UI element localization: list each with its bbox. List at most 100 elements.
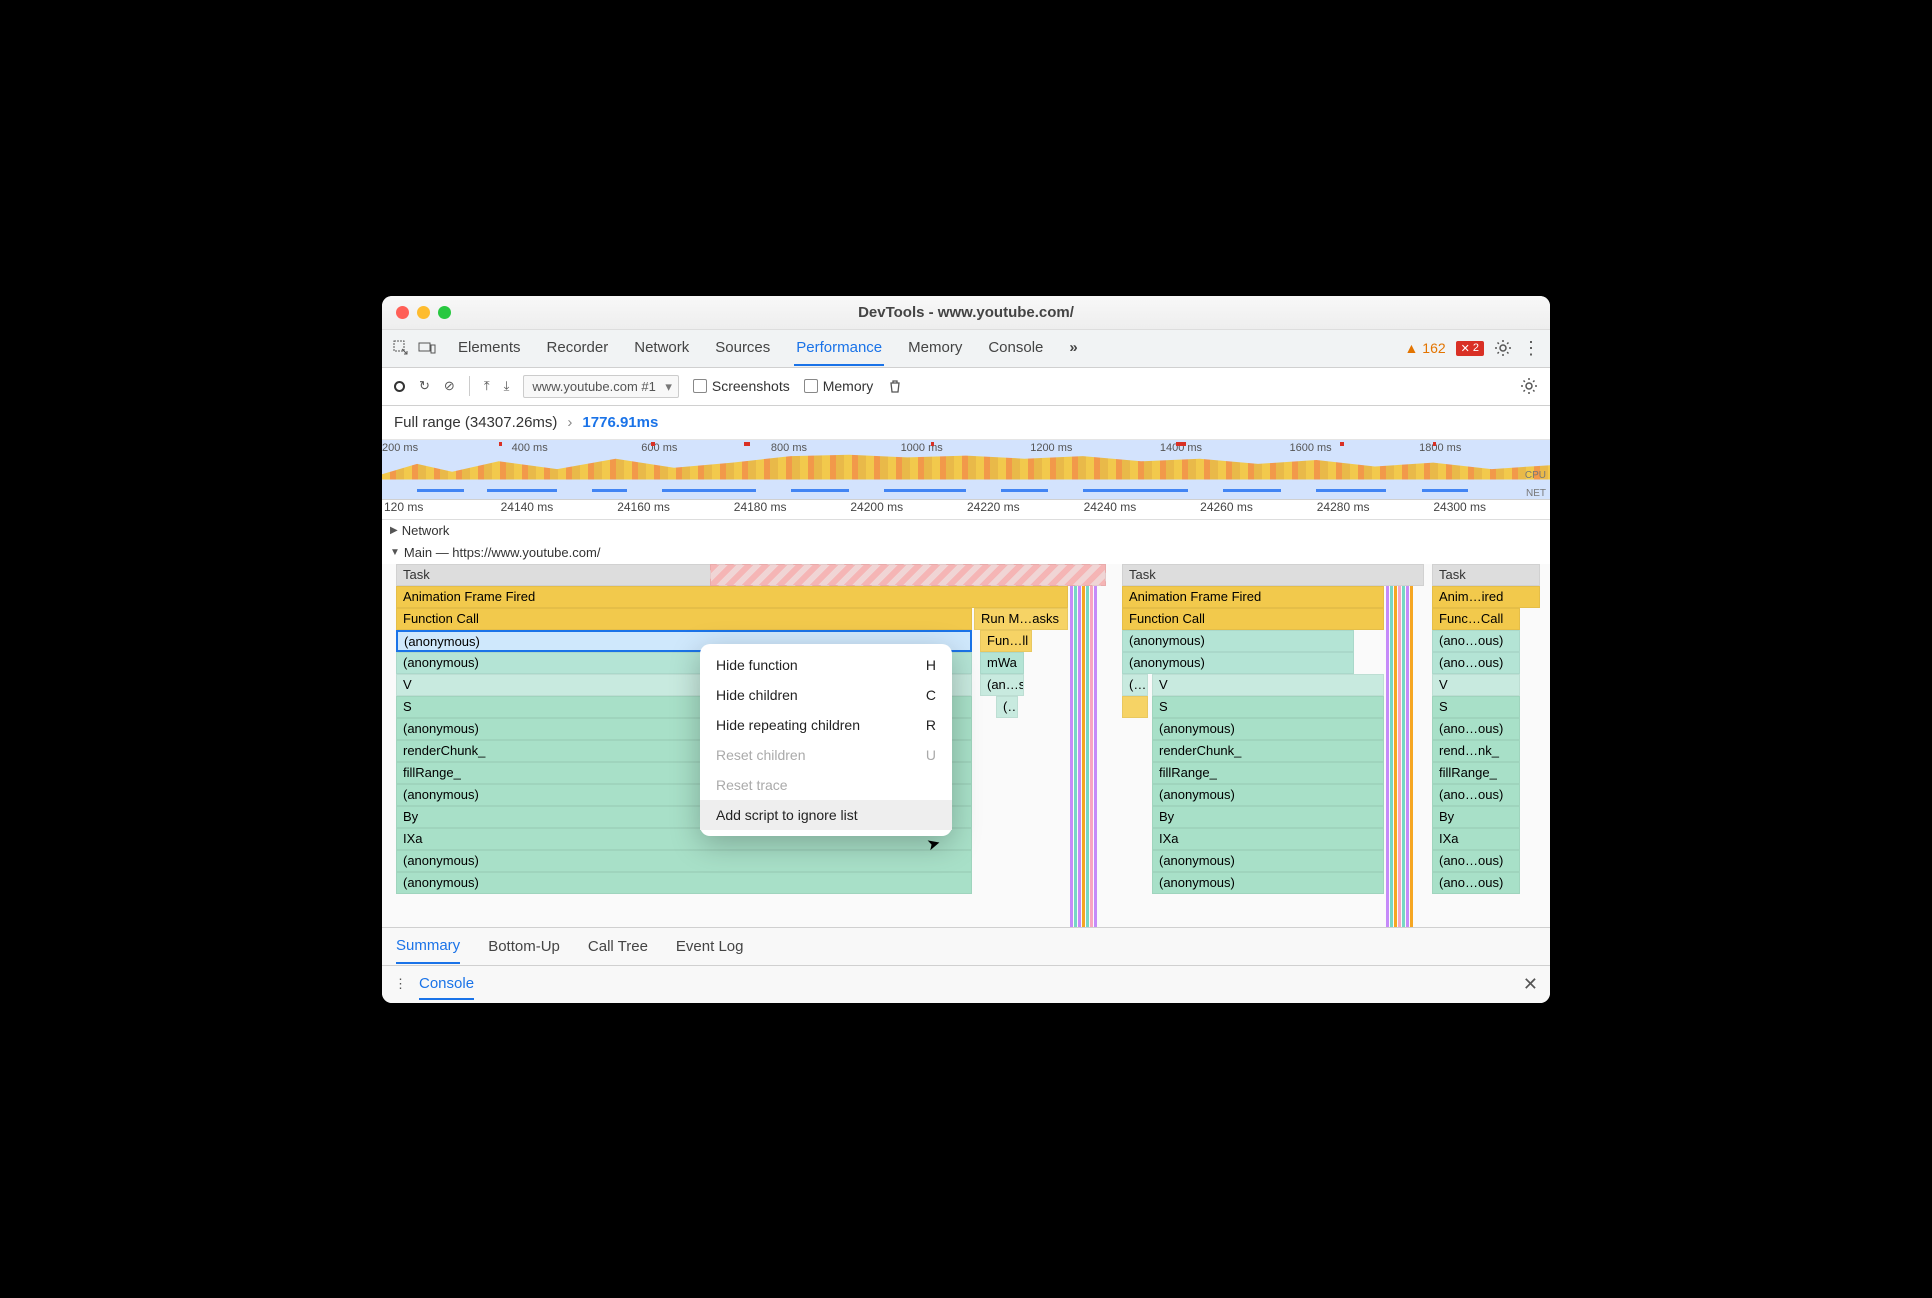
breadcrumb: Full range (34307.26ms) › 1776.91ms: [382, 406, 1550, 440]
more-icon[interactable]: ⋮: [1522, 338, 1540, 359]
screenshots-checkbox[interactable]: Screenshots: [693, 378, 790, 394]
flame-row[interactable]: V: [1432, 674, 1520, 696]
device-icon[interactable]: [418, 339, 436, 357]
flame-ans[interactable]: (an…s): [980, 674, 1024, 696]
warnings-badge[interactable]: ▲ 162: [1404, 340, 1445, 356]
console-drawer-tab[interactable]: Console: [419, 969, 474, 1000]
flame-row[interactable]: (ano…ous): [1432, 850, 1520, 872]
errors-badge[interactable]: ✕ 2: [1456, 341, 1484, 356]
flame-row[interactable]: (ano…ous): [1432, 784, 1520, 806]
overview-strip[interactable]: 200 ms400 ms600 ms800 ms1000 ms1200 ms14…: [382, 440, 1550, 500]
flame-row[interactable]: renderChunk_: [1152, 740, 1384, 762]
titlebar: DevTools - www.youtube.com/: [382, 296, 1550, 330]
flame-row[interactable]: (anonymous): [1122, 630, 1354, 652]
flame-row[interactable]: S: [1152, 696, 1384, 718]
flame-run-microtasks[interactable]: Run M…asks: [974, 608, 1068, 630]
drawer-more-icon[interactable]: ⋮: [394, 976, 407, 992]
tab-event-log[interactable]: Event Log: [676, 930, 744, 963]
flame-anim-fired[interactable]: Animation Frame Fired: [1122, 586, 1384, 608]
flame-paren[interactable]: (…: [1122, 674, 1148, 696]
flame-row[interactable]: (anonymous): [1152, 872, 1384, 894]
flame-row[interactable]: (anonymous): [1122, 652, 1354, 674]
flame-anim-fired[interactable]: Animation Frame Fired: [396, 586, 1068, 608]
warnings-count: 162: [1422, 340, 1445, 356]
flame-row[interactable]: (anonymous): [1152, 718, 1384, 740]
context-reset-children: Reset childrenU: [700, 740, 952, 770]
tab-console[interactable]: Console: [986, 331, 1045, 366]
tab-memory[interactable]: Memory: [906, 331, 964, 366]
tab-sources[interactable]: Sources: [713, 331, 772, 366]
flame-row[interactable]: By: [1432, 806, 1520, 828]
inspect-icon[interactable]: [392, 339, 410, 357]
flame-row[interactable]: (anonymous): [396, 850, 972, 872]
tab-call-tree[interactable]: Call Tree: [588, 930, 648, 963]
flame-task[interactable]: Task: [1122, 564, 1424, 586]
bottom-tabs: Summary Bottom-Up Call Tree Event Log: [382, 927, 1550, 965]
flame-row[interactable]: V: [1152, 674, 1384, 696]
flame-row[interactable]: IXa: [1152, 828, 1384, 850]
close-drawer-icon[interactable]: ✕: [1523, 974, 1538, 995]
reload-icon[interactable]: ↻: [419, 378, 430, 394]
flame-row[interactable]: (anonymous): [1152, 784, 1384, 806]
flame-function-call[interactable]: Function Call: [1122, 608, 1384, 630]
context-hide-children[interactable]: Hide childrenC: [700, 680, 952, 710]
flame-row[interactable]: fillRange_: [1432, 762, 1520, 784]
flame-row[interactable]: S: [1432, 696, 1520, 718]
flame-row[interactable]: (ano…ous): [1432, 872, 1520, 894]
net-label: NET: [1526, 488, 1546, 499]
overview-ticks: 200 ms400 ms600 ms800 ms1000 ms1200 ms14…: [382, 442, 1550, 454]
context-reset-trace: Reset trace: [700, 770, 952, 800]
download-icon[interactable]: ⤓: [504, 378, 510, 394]
tab-bottom-up[interactable]: Bottom-Up: [488, 930, 560, 963]
flame-row[interactable]: rend…nk_: [1432, 740, 1520, 762]
record-button[interactable]: [394, 381, 405, 392]
flame-row[interactable]: IXa: [1432, 828, 1520, 850]
flame-mwa[interactable]: mWa: [980, 652, 1024, 674]
flame-row[interactable]: fillRange_: [1152, 762, 1384, 784]
flame-paren[interactable]: (…: [996, 696, 1018, 718]
clear-icon[interactable]: ⊘: [444, 378, 455, 394]
flame-row[interactable]: By: [1152, 806, 1384, 828]
screenshots-label: Screenshots: [712, 378, 790, 394]
flame-anim-fired[interactable]: Anim…ired: [1432, 586, 1540, 608]
flame-chart[interactable]: Task Animation Frame Fired Function Call…: [382, 564, 1550, 927]
gc-icon[interactable]: [887, 378, 903, 394]
main-track-header[interactable]: ▼Main — https://www.youtube.com/: [382, 542, 1550, 564]
devtools-window: DevTools - www.youtube.com/ Elements Rec…: [382, 296, 1550, 1003]
flame-row[interactable]: (ano…ous): [1432, 630, 1520, 652]
flame-fun-call[interactable]: Fun…ll: [980, 630, 1032, 652]
tab-network[interactable]: Network: [632, 331, 691, 366]
time-ruler[interactable]: 120 ms24140 ms24160 ms24180 ms24200 ms24…: [382, 500, 1550, 520]
panel-tabs: Elements Recorder Network Sources Perfor…: [456, 331, 1080, 366]
main-tabbar: Elements Recorder Network Sources Perfor…: [382, 330, 1550, 368]
flame-row[interactable]: (anonymous): [1152, 850, 1384, 872]
profile-select[interactable]: www.youtube.com #1: [523, 375, 679, 398]
memory-checkbox[interactable]: Memory: [804, 378, 874, 394]
context-hide-function[interactable]: Hide functionH: [700, 650, 952, 680]
flame-function-call[interactable]: Function Call: [396, 608, 972, 630]
tracks-area: ▶Network ▼Main — https://www.youtube.com…: [382, 520, 1550, 927]
breadcrumb-full[interactable]: Full range (34307.26ms): [394, 414, 557, 431]
breadcrumb-current[interactable]: 1776.91ms: [582, 414, 658, 431]
flame-row[interactable]: (anonymous): [396, 872, 972, 894]
window-title: DevTools - www.youtube.com/: [382, 304, 1550, 321]
flame-row[interactable]: (ano…ous): [1432, 652, 1520, 674]
tab-summary[interactable]: Summary: [396, 929, 460, 964]
tab-performance[interactable]: Performance: [794, 331, 884, 366]
tabs-more-icon[interactable]: »: [1067, 331, 1079, 366]
flame-row[interactable]: [1122, 696, 1148, 718]
flame-task[interactable]: Task: [1432, 564, 1540, 586]
network-track-header[interactable]: ▶Network: [382, 520, 1550, 542]
panel-settings-icon[interactable]: [1520, 377, 1538, 395]
upload-icon[interactable]: ⤒: [484, 378, 490, 394]
context-add-ignore-list[interactable]: Add script to ignore list: [700, 800, 952, 830]
context-hide-repeating[interactable]: Hide repeating childrenR: [700, 710, 952, 740]
tab-elements[interactable]: Elements: [456, 331, 523, 366]
flame-function-call[interactable]: Func…Call: [1432, 608, 1520, 630]
flame-row[interactable]: (ano…ous): [1432, 718, 1520, 740]
profile-select-label: www.youtube.com #1: [532, 379, 656, 394]
console-drawer: ⋮ Console ✕: [382, 965, 1550, 1003]
chevron-right-icon: ›: [567, 414, 572, 431]
settings-icon[interactable]: [1494, 339, 1512, 357]
tab-recorder[interactable]: Recorder: [545, 331, 611, 366]
